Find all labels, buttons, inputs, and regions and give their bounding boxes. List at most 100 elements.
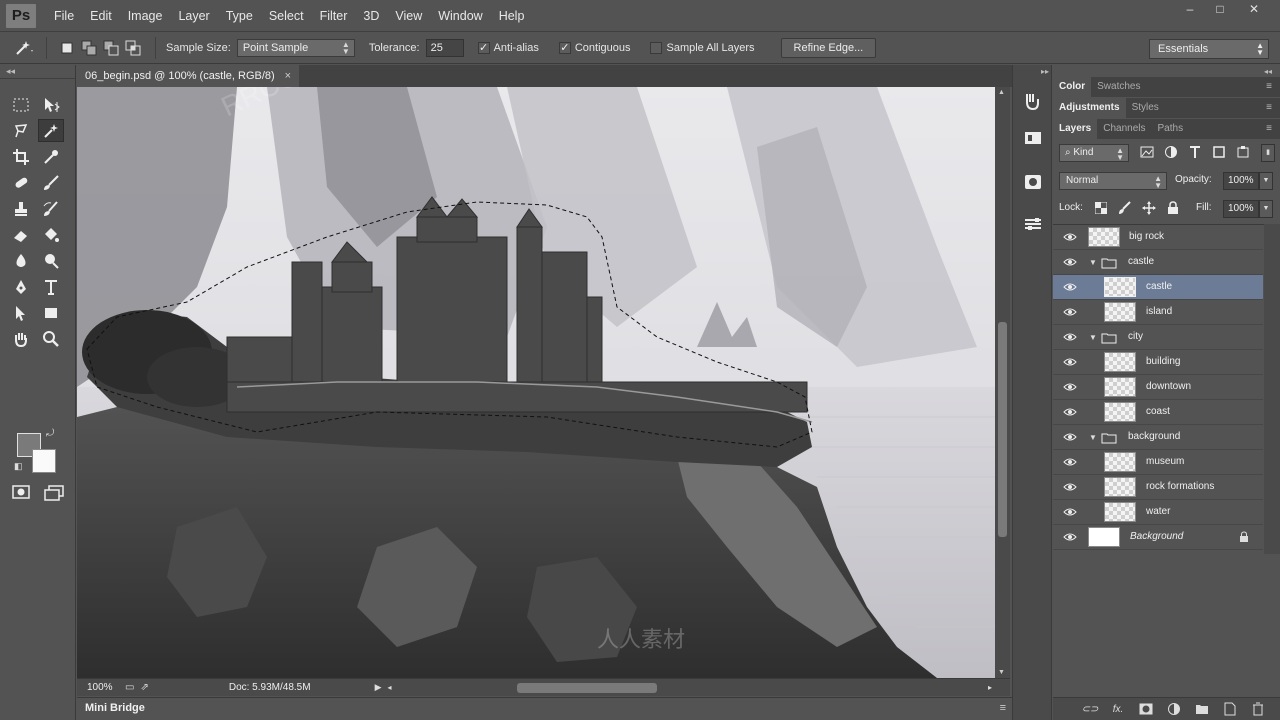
- crop-tool-icon[interactable]: [8, 145, 34, 168]
- layer-row-island[interactable]: island: [1053, 300, 1263, 325]
- blur-tool-icon[interactable]: [8, 249, 34, 272]
- document-tab[interactable]: 06_begin.psd @ 100% (castle, RGB/8) ×: [77, 65, 299, 87]
- fill-dropdown-icon[interactable]: ▼: [1259, 200, 1273, 218]
- menu-view[interactable]: View: [387, 0, 430, 32]
- marquee-tool-icon[interactable]: [8, 93, 34, 116]
- add-selection-icon[interactable]: [79, 38, 99, 58]
- pen-tool-icon[interactable]: [8, 275, 34, 298]
- blend-mode-select[interactable]: Normal ▲ ▼: [1059, 172, 1167, 190]
- swap-colors-icon[interactable]: ⤾: [46, 428, 54, 439]
- menu-type[interactable]: Type: [218, 0, 261, 32]
- vertical-scrollbar[interactable]: ▲ ▼: [995, 87, 1010, 678]
- anti-alias-option[interactable]: ✓ Anti-alias: [477, 41, 545, 54]
- layer-style-fx-button[interactable]: fx.: [1110, 701, 1126, 717]
- layer-row-downtown[interactable]: downtown: [1053, 375, 1263, 400]
- visibility-eye-icon[interactable]: [1063, 480, 1077, 494]
- menu-edit[interactable]: Edit: [82, 0, 120, 32]
- visibility-eye-icon[interactable]: [1063, 505, 1077, 519]
- zoom-tool-icon[interactable]: [38, 327, 64, 350]
- pixel-layer-filter-icon[interactable]: [1139, 144, 1155, 160]
- lock-pixels-icon[interactable]: [1117, 200, 1133, 216]
- add-mask-icon[interactable]: [1138, 701, 1154, 717]
- subtract-selection-icon[interactable]: [101, 38, 121, 58]
- eraser-tool-icon[interactable]: [8, 223, 34, 246]
- contiguous-checkbox[interactable]: ✓: [558, 41, 571, 54]
- menu-image[interactable]: Image: [120, 0, 171, 32]
- quick-mask-icon[interactable]: [12, 485, 30, 502]
- tab-styles[interactable]: Styles: [1126, 98, 1165, 118]
- info-panel-icon[interactable]: [1020, 125, 1046, 151]
- visibility-eye-icon[interactable]: [1063, 280, 1077, 294]
- tab-paths[interactable]: Paths: [1152, 119, 1190, 139]
- panel-menu-icon[interactable]: ≡: [1266, 98, 1272, 118]
- background-color-swatch[interactable]: [32, 449, 56, 473]
- tolerance-input[interactable]: 25: [425, 38, 464, 57]
- magic-wand-tool-icon[interactable]: [38, 119, 64, 142]
- horizontal-scroll-thumb[interactable]: [517, 683, 657, 693]
- group-expand-chevron-icon[interactable]: ▼: [1089, 433, 1097, 442]
- layer-row-rock-formations[interactable]: rock formations: [1053, 475, 1263, 500]
- new-group-icon[interactable]: [1194, 701, 1210, 717]
- sample-size-select[interactable]: Point Sample ▲ ▼: [236, 38, 355, 57]
- toolbar-collapse-icon[interactable]: ◂◂: [0, 65, 75, 79]
- layer-row-museum[interactable]: museum: [1053, 450, 1263, 475]
- tab-channels[interactable]: Channels: [1097, 119, 1151, 139]
- menu-filter[interactable]: Filter: [312, 0, 356, 32]
- collapse-panels-icon[interactable]: ◂◂: [1264, 67, 1272, 76]
- move-tool-icon[interactable]: [38, 93, 64, 116]
- shape-layer-filter-icon[interactable]: [1211, 144, 1227, 160]
- group-expand-chevron-icon[interactable]: ▼: [1089, 333, 1097, 342]
- intersect-selection-icon[interactable]: [123, 38, 143, 58]
- paint-bucket-tool-icon[interactable]: [38, 223, 64, 246]
- vertical-scroll-thumb[interactable]: [998, 322, 1007, 537]
- type-layer-filter-icon[interactable]: [1187, 144, 1203, 160]
- layer-row-coast[interactable]: coast: [1053, 400, 1263, 425]
- visibility-eye-icon[interactable]: [1063, 230, 1077, 244]
- maximize-button[interactable]: □: [1206, 2, 1234, 18]
- layer-row-castle[interactable]: castle: [1053, 275, 1263, 300]
- healing-brush-tool-icon[interactable]: [8, 171, 34, 194]
- visibility-eye-icon[interactable]: [1063, 380, 1077, 394]
- visibility-eye-icon[interactable]: [1063, 455, 1077, 469]
- screen-mode-icon[interactable]: [44, 485, 64, 504]
- lasso-tool-icon[interactable]: [8, 119, 34, 142]
- menu-file[interactable]: File: [46, 0, 82, 32]
- menu-window[interactable]: Window: [430, 0, 490, 32]
- layer-row-water[interactable]: water: [1053, 500, 1263, 525]
- brush-tool-icon[interactable]: [38, 171, 64, 194]
- status-menu-arrow-icon[interactable]: ▶: [375, 682, 382, 693]
- opacity-input[interactable]: 100%: [1223, 172, 1259, 190]
- zoom-level-field[interactable]: 100%: [77, 682, 117, 693]
- type-tool-icon[interactable]: [38, 275, 64, 298]
- expand-panels-icon[interactable]: ▸▸: [1041, 67, 1049, 76]
- tool-presets-panel-icon[interactable]: [1020, 211, 1046, 237]
- history-brush-tool-icon[interactable]: [38, 197, 64, 220]
- contiguous-option[interactable]: ✓ Contiguous: [558, 41, 637, 54]
- eyedropper-tool-icon[interactable]: [38, 145, 64, 168]
- new-selection-icon[interactable]: [57, 38, 77, 58]
- hand-tool-icon[interactable]: [8, 327, 34, 350]
- anti-alias-checkbox[interactable]: ✓: [477, 41, 490, 54]
- refine-edge-button[interactable]: Refine Edge...: [780, 37, 877, 58]
- panel-menu-icon[interactable]: ≡: [1000, 698, 1006, 718]
- visibility-eye-icon[interactable]: [1063, 305, 1077, 319]
- lock-transparent-icon[interactable]: [1093, 200, 1109, 216]
- path-selection-tool-icon[interactable]: [8, 301, 34, 324]
- smart-object-filter-icon[interactable]: [1235, 144, 1251, 160]
- document-canvas[interactable]: RRCG 人人素材: [77, 87, 995, 678]
- visibility-eye-icon[interactable]: [1063, 355, 1077, 369]
- rectangle-tool-icon[interactable]: [38, 301, 64, 324]
- visibility-eye-icon[interactable]: [1063, 530, 1077, 544]
- visibility-eye-icon[interactable]: [1063, 330, 1077, 344]
- new-adjustment-layer-icon[interactable]: [1166, 701, 1182, 717]
- menu-select[interactable]: Select: [261, 0, 312, 32]
- tab-layers[interactable]: Layers: [1053, 119, 1098, 139]
- link-layers-icon[interactable]: ⊂⊃: [1082, 701, 1099, 717]
- history-panel-icon[interactable]: [1020, 89, 1046, 115]
- clone-stamp-tool-icon[interactable]: [8, 197, 34, 220]
- menu-help[interactable]: Help: [491, 0, 533, 32]
- close-document-icon[interactable]: ×: [285, 65, 291, 87]
- layer-group-background[interactable]: ▼ background: [1053, 425, 1263, 450]
- scroll-right-icon[interactable]: ▸: [988, 683, 992, 692]
- group-expand-chevron-icon[interactable]: ▼: [1089, 258, 1097, 267]
